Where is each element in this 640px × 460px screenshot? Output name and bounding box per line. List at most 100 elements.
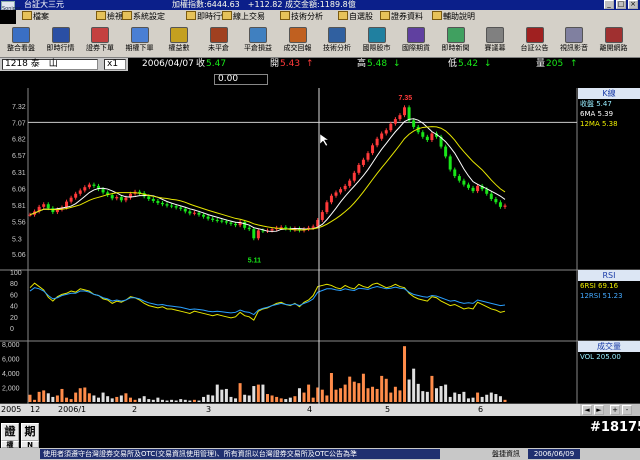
legend-close: 收盤 5.47 bbox=[580, 100, 612, 108]
toolbar-button-3[interactable]: 期權下單 bbox=[120, 25, 160, 57]
toolbar-button-7[interactable]: 成交回報 bbox=[278, 25, 318, 57]
toolbar-button-4[interactable]: 權益數 bbox=[159, 25, 199, 57]
close-label: 收 bbox=[196, 59, 206, 69]
candle bbox=[448, 156, 452, 170]
volume-bar bbox=[325, 395, 329, 402]
toolbar: 整合看盤 即時行情 證券下單 期權下單 權益數 未平倉 平倉損益 成交回報 技術分析 國際股市 國際… bbox=[0, 24, 640, 58]
toolbar-label: 賽議幕 bbox=[484, 44, 506, 52]
candle bbox=[494, 198, 498, 203]
volume-bar bbox=[339, 388, 343, 402]
menu-item-2[interactable]: 系統設定 bbox=[122, 10, 165, 24]
volume-bar bbox=[165, 400, 169, 402]
high-down-arrow-icon: ↓ bbox=[393, 59, 401, 69]
volume-bar bbox=[78, 388, 82, 402]
candle bbox=[51, 208, 55, 213]
candle bbox=[357, 164, 361, 173]
symbol-input[interactable]: 1218 泰 山 bbox=[2, 59, 98, 70]
price-tick-label: 5.3 bbox=[12, 236, 22, 243]
volume-bar bbox=[197, 400, 201, 402]
candle bbox=[430, 133, 434, 141]
toolbar-button-8[interactable]: 技術分析 bbox=[317, 25, 357, 57]
menu-item-5[interactable]: 技術分析 bbox=[280, 10, 323, 24]
toolbar-button-9[interactable]: 國際股市 bbox=[357, 25, 397, 57]
quote-row: 1218 泰 山 x1 2006/04/07 收 5.47 開 5.43 ↑ 高… bbox=[0, 58, 640, 71]
toolbar-button-11[interactable]: 即時新聞 bbox=[436, 25, 476, 57]
candle bbox=[320, 212, 324, 220]
candle bbox=[243, 221, 247, 228]
volume-bar bbox=[51, 396, 55, 402]
menu-item-6[interactable]: 自選股 bbox=[338, 10, 373, 24]
candle bbox=[165, 204, 169, 206]
volume-bar bbox=[471, 397, 475, 402]
volume-bar bbox=[124, 393, 128, 402]
volume-bar bbox=[302, 392, 306, 402]
toolbar-button-1[interactable]: 即時行情 bbox=[41, 25, 81, 57]
toolbar-button-13[interactable]: 台証公告 bbox=[515, 25, 555, 57]
news-mode-button[interactable]: N bbox=[21, 441, 39, 449]
volume-bar bbox=[430, 375, 434, 402]
volume-bar bbox=[444, 384, 448, 402]
zoom-out-icon[interactable]: - bbox=[622, 405, 632, 415]
candle bbox=[366, 153, 370, 160]
toolbar-button-10[interactable]: 國際期貨 bbox=[396, 25, 436, 57]
toolbar-label: 平倉損益 bbox=[244, 44, 272, 52]
chart-icon bbox=[328, 27, 346, 43]
scroll-left-arrow-icon[interactable]: ◄ bbox=[582, 405, 592, 415]
toolbar-label: 技術分析 bbox=[323, 44, 351, 52]
menu-item-4[interactable]: 線上交易 bbox=[222, 10, 265, 24]
candle bbox=[361, 159, 365, 165]
volume-bar bbox=[156, 397, 160, 402]
volume-bar bbox=[220, 389, 224, 402]
scroll-right-arrow-icon[interactable]: ► bbox=[594, 405, 604, 415]
volume-bar bbox=[398, 390, 402, 402]
index-ticker: 加權指數:6444.63 +112.82 成交金額:1189.8億 bbox=[172, 0, 356, 9]
toolbar-button-2[interactable]: 證券下單 bbox=[80, 25, 120, 57]
volume-bar bbox=[466, 398, 470, 402]
toolbar-button-14[interactable]: 視訊影音 bbox=[554, 25, 594, 57]
candle bbox=[174, 206, 178, 208]
toolbar-label: 國際期貨 bbox=[402, 44, 430, 52]
menu-item-8[interactable]: 輔助說明 bbox=[432, 10, 475, 24]
toolbar-label: 即時新聞 bbox=[441, 44, 470, 52]
technical-chart[interactable]: 7.32 7.07 6.82 6.57 6.31 6.06 5.81 5.56 5.3 5.06 1… bbox=[0, 88, 640, 418]
chart-scrollbar[interactable]: ◄ ► + - bbox=[580, 404, 640, 416]
toolbar-button-15[interactable]: 離開網路 bbox=[594, 25, 634, 57]
volume-bar bbox=[215, 384, 219, 402]
menu-item-0[interactable]: 檔案 bbox=[22, 10, 49, 24]
volume-bar bbox=[457, 394, 461, 402]
legend-rsi-title: RSI bbox=[578, 270, 640, 281]
maximize-button[interactable]: □ bbox=[616, 0, 626, 9]
stock-mode-button[interactable]: 證 bbox=[1, 423, 19, 441]
cursor-value-field[interactable]: 0.00 bbox=[214, 74, 268, 85]
candle bbox=[412, 120, 416, 127]
candle bbox=[69, 197, 73, 202]
close-button[interactable]: × bbox=[628, 0, 638, 9]
toolbar-button-0[interactable]: 整合看盤 bbox=[1, 25, 41, 57]
volume-bar bbox=[174, 400, 178, 402]
price-low-label: 5.11 bbox=[248, 258, 261, 265]
rsi6-line bbox=[29, 282, 506, 321]
volume-bar bbox=[498, 396, 502, 402]
volume-bar bbox=[46, 393, 50, 402]
candle bbox=[183, 208, 187, 212]
volume-bar bbox=[434, 388, 438, 402]
candle bbox=[92, 184, 96, 186]
minimize-button[interactable]: _ bbox=[604, 0, 614, 9]
volume-up-arrow-icon: ↑ bbox=[570, 59, 578, 69]
toolbar-button-6[interactable]: 平倉損益 bbox=[238, 25, 278, 57]
option-mode-button[interactable]: 權 bbox=[1, 441, 19, 449]
volume-bar bbox=[266, 394, 269, 402]
date-axis: 2005 12 2006/1 2 3 4 5 6 bbox=[0, 404, 580, 416]
volume-bar bbox=[352, 381, 356, 402]
zoom-in-icon[interactable]: + bbox=[610, 405, 620, 415]
toolbar-button-12[interactable]: 賽議幕 bbox=[475, 25, 515, 57]
period-select[interactable]: x1 bbox=[104, 59, 126, 70]
candle bbox=[74, 193, 78, 198]
futures-mode-button[interactable]: 期 bbox=[21, 423, 39, 441]
exit-icon bbox=[604, 27, 623, 43]
menu-item-7[interactable]: 證券資料 bbox=[380, 10, 423, 24]
list-icon bbox=[51, 27, 70, 43]
menu-item-1[interactable]: 檢視 bbox=[96, 10, 123, 24]
candle bbox=[421, 132, 425, 137]
toolbar-button-5[interactable]: 未平倉 bbox=[199, 25, 239, 57]
